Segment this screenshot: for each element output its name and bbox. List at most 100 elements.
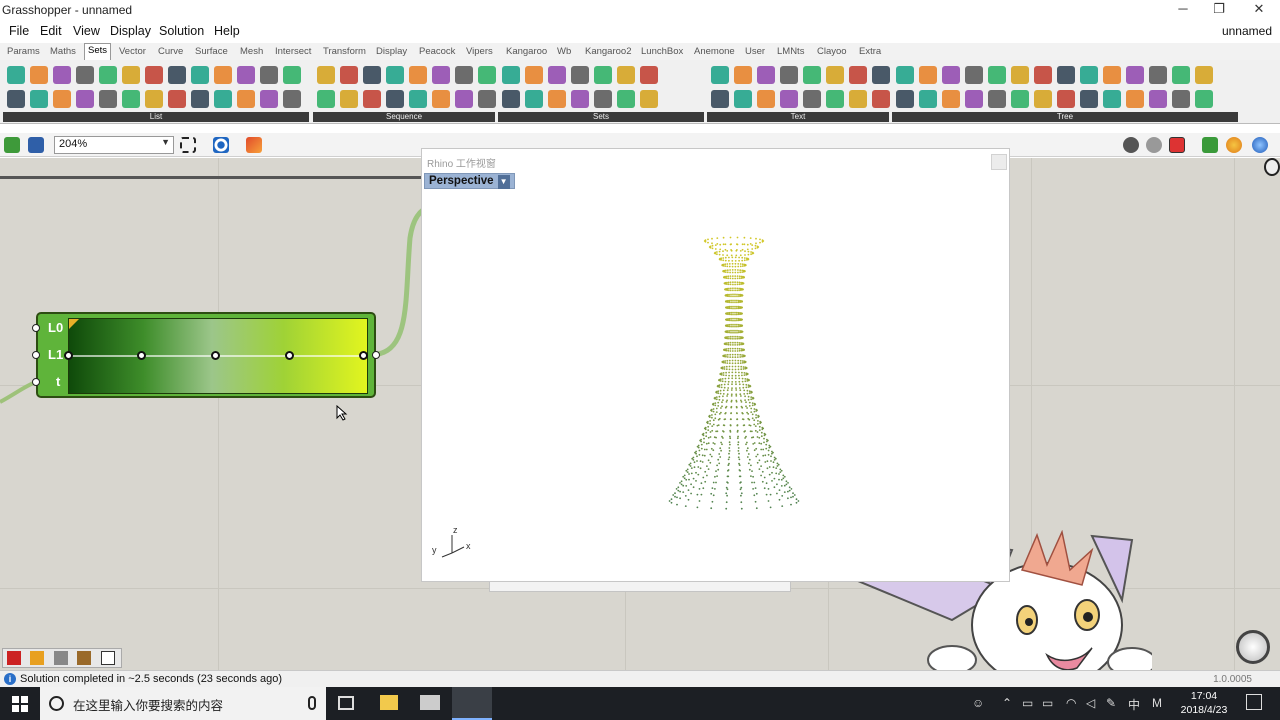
tab-lmnts[interactable]: LMNts	[774, 45, 807, 58]
component-icon[interactable]	[919, 90, 937, 108]
menu-edit[interactable]: Edit	[40, 24, 62, 38]
component-icon[interactable]	[896, 66, 914, 84]
zoom-select[interactable]: 204% ▼	[54, 136, 174, 154]
component-icon[interactable]	[617, 66, 635, 84]
tab-anemone[interactable]: Anemone	[691, 45, 738, 58]
file-explorer-icon[interactable]	[380, 695, 398, 710]
tab-mesh[interactable]: Mesh	[237, 45, 266, 58]
task-view-icon[interactable]	[338, 696, 354, 710]
close-button[interactable]: ✕	[1240, 0, 1278, 20]
component-icon[interactable]	[734, 90, 752, 108]
tab-wb[interactable]: Wb	[554, 45, 574, 58]
component-icon[interactable]	[942, 66, 960, 84]
layers-icon[interactable]	[54, 651, 68, 665]
component-icon[interactable]	[283, 66, 301, 84]
windows-start-icon[interactable]	[12, 696, 28, 712]
component-icon[interactable]	[260, 90, 278, 108]
input-port-l1[interactable]	[32, 351, 40, 359]
gradient-grip-2[interactable]	[211, 351, 220, 360]
component-icon[interactable]	[1149, 90, 1167, 108]
component-icon[interactable]	[260, 66, 278, 84]
component-icon[interactable]	[803, 66, 821, 84]
component-icon[interactable]	[1080, 66, 1098, 84]
component-icon[interactable]	[386, 66, 404, 84]
volume-icon[interactable]: ◁	[1086, 696, 1095, 710]
open-file-icon[interactable]	[4, 137, 20, 153]
component-icon[interactable]	[734, 66, 752, 84]
component-icon[interactable]	[1011, 66, 1029, 84]
component-icon[interactable]	[780, 90, 798, 108]
tab-clayoo[interactable]: Clayoo	[814, 45, 850, 58]
tab-vector[interactable]: Vector	[116, 45, 149, 58]
component-icon[interactable]	[780, 66, 798, 84]
chevron-up-icon[interactable]: ⌃	[1002, 696, 1012, 710]
component-icon[interactable]	[1149, 66, 1167, 84]
component-icon[interactable]	[122, 90, 140, 108]
component-icon[interactable]	[145, 66, 163, 84]
input-port-l0[interactable]	[32, 324, 40, 332]
component-icon[interactable]	[826, 66, 844, 84]
preview-off-icon[interactable]	[1123, 137, 1139, 153]
component-icon[interactable]	[53, 90, 71, 108]
rhino-taskbar-icon[interactable]	[452, 687, 492, 720]
navigation-widget-icon[interactable]	[1236, 630, 1270, 664]
component-icon[interactable]	[826, 90, 844, 108]
tab-intersect[interactable]: Intersect	[272, 45, 314, 58]
rhino-viewport-window[interactable]: Rhino 工作视窗 Perspective ▼ z x y	[421, 148, 1010, 582]
tool-icon[interactable]	[77, 651, 91, 665]
microphone-icon[interactable]	[308, 696, 316, 710]
gradient-grip-0[interactable]	[64, 351, 73, 360]
component-icon[interactable]	[409, 90, 427, 108]
tab-maths[interactable]: Maths	[47, 45, 79, 58]
component-icon[interactable]	[1011, 90, 1029, 108]
restore-button[interactable]: ❐	[1200, 0, 1238, 20]
component-icon[interactable]	[571, 90, 589, 108]
component-icon[interactable]	[594, 66, 612, 84]
network-icon[interactable]: ▭	[1022, 696, 1033, 710]
component-icon[interactable]	[191, 66, 209, 84]
component-icon[interactable]	[168, 66, 186, 84]
component-icon[interactable]	[849, 90, 867, 108]
component-icon[interactable]	[988, 90, 1006, 108]
component-icon[interactable]	[214, 90, 232, 108]
component-icon[interactable]	[168, 90, 186, 108]
tab-transform[interactable]: Transform	[320, 45, 369, 58]
mesh-settings-icon[interactable]	[1252, 137, 1268, 153]
ime-indicator[interactable]: 中	[1128, 696, 1140, 713]
save-icon[interactable]	[28, 137, 44, 153]
component-icon[interactable]	[363, 66, 381, 84]
component-icon[interactable]	[640, 90, 658, 108]
component-icon[interactable]	[1057, 66, 1075, 84]
component-icon[interactable]	[455, 90, 473, 108]
gradient-preview[interactable]	[64, 318, 368, 394]
tab-lunchbox[interactable]: LunchBox	[638, 45, 686, 58]
component-icon[interactable]	[122, 66, 140, 84]
menu-display[interactable]: Display	[110, 24, 151, 38]
component-icon[interactable]	[1126, 66, 1144, 84]
component-icon[interactable]	[1103, 66, 1121, 84]
zoom-extents-icon[interactable]	[180, 137, 196, 153]
tab-kangaroo[interactable]: Kangaroo	[503, 45, 550, 58]
component-icon[interactable]	[317, 90, 335, 108]
component-icon[interactable]	[803, 90, 821, 108]
tab-extra[interactable]: Extra	[856, 45, 884, 58]
component-icon[interactable]	[988, 66, 1006, 84]
minimize-button[interactable]: ─	[1164, 0, 1202, 20]
component-icon[interactable]	[965, 90, 983, 108]
component-icon[interactable]	[191, 90, 209, 108]
component-icon[interactable]	[7, 90, 25, 108]
component-icon[interactable]	[965, 66, 983, 84]
tab-params[interactable]: Params	[4, 45, 43, 58]
output-port[interactable]	[372, 351, 380, 359]
component-icon[interactable]	[283, 90, 301, 108]
menu-file[interactable]: File	[9, 24, 29, 38]
component-icon[interactable]	[478, 90, 496, 108]
tab-peacock[interactable]: Peacock	[416, 45, 458, 58]
component-icon[interactable]	[409, 66, 427, 84]
component-icon[interactable]	[478, 66, 496, 84]
component-icon[interactable]	[502, 66, 520, 84]
component-icon[interactable]	[1195, 90, 1213, 108]
component-icon[interactable]	[1057, 90, 1075, 108]
wireframe-preview-icon[interactable]	[1146, 137, 1162, 153]
tab-user[interactable]: User	[742, 45, 768, 58]
